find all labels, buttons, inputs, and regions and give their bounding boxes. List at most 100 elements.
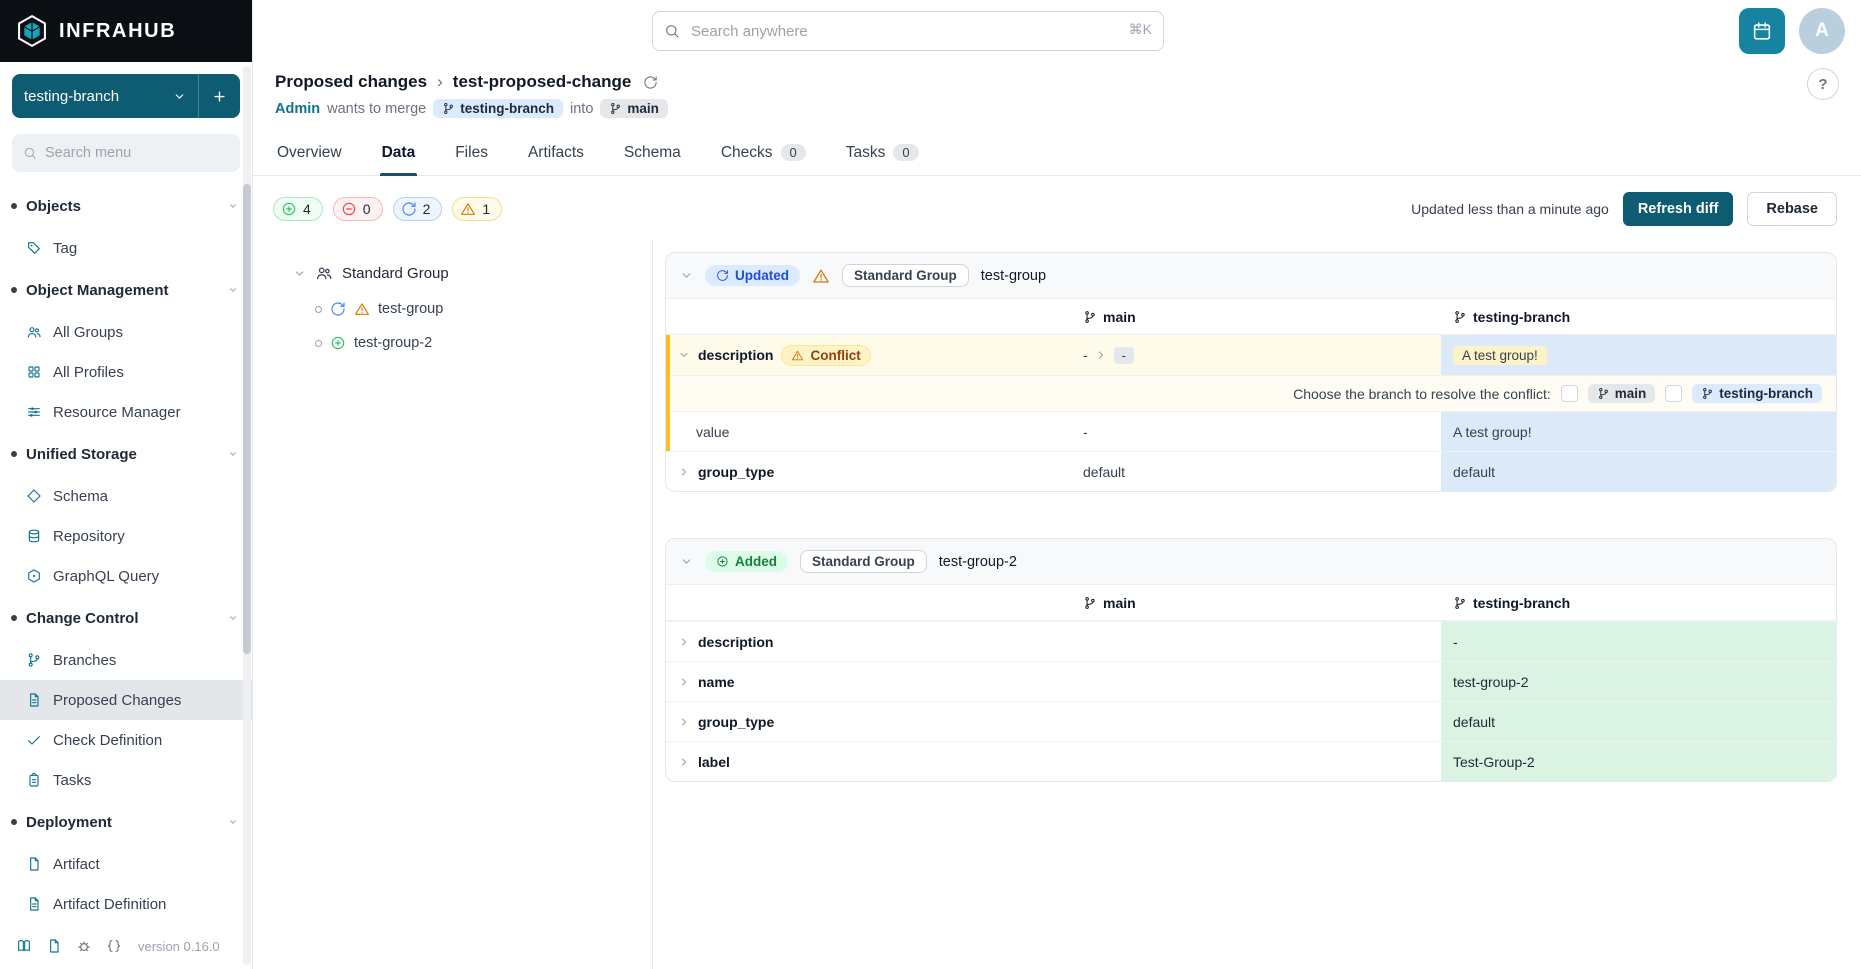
tab-data[interactable]: Data bbox=[380, 130, 418, 175]
sidebar-item-label: Proposed Changes bbox=[53, 692, 181, 709]
tab-schema[interactable]: Schema bbox=[622, 130, 683, 175]
tree-bullet-icon bbox=[315, 306, 322, 313]
tree-node-standard-group[interactable]: Standard Group bbox=[293, 264, 634, 282]
sidebar-item-artifact-definition[interactable]: Artifact Definition bbox=[0, 884, 252, 923]
added-plus-icon bbox=[330, 335, 346, 351]
tab-bar: Overview Data Files Artifacts Schema Che… bbox=[253, 130, 1861, 176]
breadcrumb-parent[interactable]: Proposed changes bbox=[275, 72, 427, 92]
menu-search-input[interactable] bbox=[45, 145, 229, 161]
section-label: Deployment bbox=[26, 814, 112, 831]
attribute-label: description bbox=[698, 347, 773, 363]
attribute-label-cell[interactable]: group_type bbox=[666, 452, 1071, 491]
resolve-branch-chip[interactable]: testing-branch bbox=[1692, 384, 1822, 403]
branch-value-cell: Test-Group-2 bbox=[1441, 742, 1836, 781]
attribute-label-cell[interactable]: description bbox=[666, 622, 1071, 661]
sidebar-item-graphql-query[interactable]: GraphQL Query bbox=[0, 556, 252, 596]
create-branch-button[interactable] bbox=[198, 74, 240, 118]
attribute-label-cell[interactable]: label bbox=[666, 742, 1071, 781]
nav-section-objects[interactable]: Objects bbox=[0, 184, 252, 228]
sidebar-item-repository[interactable]: Repository bbox=[0, 516, 252, 556]
sidebar-scrollbar-thumb[interactable] bbox=[243, 184, 251, 654]
sidebar-item-label: Repository bbox=[53, 528, 125, 545]
sidebar-item-tasks[interactable]: Tasks bbox=[0, 760, 252, 800]
tab-label: Tasks bbox=[846, 144, 886, 162]
sidebar-item-branches[interactable]: Branches bbox=[0, 640, 252, 680]
branch-selector-current[interactable]: testing-branch bbox=[12, 88, 198, 105]
sync-icon bbox=[401, 201, 417, 217]
plus-circle-icon bbox=[281, 201, 297, 217]
object-type-chip: Standard Group bbox=[800, 550, 927, 573]
chevron-down-icon bbox=[228, 613, 238, 623]
sidebar-item-check-definition[interactable]: Check Definition bbox=[0, 720, 252, 760]
menu-search[interactable] bbox=[12, 134, 240, 172]
tab-files[interactable]: Files bbox=[453, 130, 490, 175]
attribute-label: description bbox=[698, 634, 773, 650]
chevron-down-icon bbox=[678, 349, 690, 361]
document-icon[interactable] bbox=[46, 938, 62, 954]
updated-count: 2 bbox=[423, 201, 431, 217]
tree-node-test-group[interactable]: test-group bbox=[315, 292, 634, 326]
tab-checks[interactable]: Checks 0 bbox=[719, 130, 808, 175]
nav-section-object-management[interactable]: Object Management bbox=[0, 268, 252, 312]
sidebar-item-proposed-changes[interactable]: Proposed Changes bbox=[0, 680, 252, 720]
branch-selector[interactable]: testing-branch bbox=[12, 74, 240, 118]
branch-value-cell: default bbox=[1441, 702, 1836, 741]
infrahub-home-link[interactable]: INFRAHUB bbox=[0, 0, 252, 62]
schedule-button[interactable] bbox=[1739, 8, 1785, 54]
tab-tasks[interactable]: Tasks 0 bbox=[844, 130, 921, 175]
refresh-icon[interactable] bbox=[643, 75, 658, 90]
diff-panels: Updated Standard Group test-group main bbox=[653, 240, 1861, 969]
source-branch-chip[interactable]: testing-branch bbox=[433, 99, 563, 118]
attribute-label-cell[interactable]: description Conflict bbox=[666, 335, 1071, 375]
sidebar-item-all-groups[interactable]: All Groups bbox=[0, 312, 252, 352]
help-label: ? bbox=[1818, 76, 1827, 93]
sidebar-item-resource-manager[interactable]: Resource Manager bbox=[0, 392, 252, 432]
sidebar-item-tag[interactable]: Tag bbox=[0, 228, 252, 268]
conflict-group: description Conflict - - bbox=[666, 335, 1836, 451]
sidebar-item-label: Tag bbox=[53, 240, 77, 257]
tab-overview[interactable]: Overview bbox=[275, 130, 344, 175]
code-braces-icon[interactable] bbox=[106, 938, 122, 954]
attribute-row-group-type: group_type default default bbox=[666, 451, 1836, 491]
tree-node-test-group-2[interactable]: test-group-2 bbox=[315, 326, 634, 360]
section-label: Object Management bbox=[26, 282, 169, 299]
rebase-button[interactable]: Rebase bbox=[1747, 192, 1837, 226]
panel-header[interactable]: Added Standard Group test-group-2 bbox=[666, 539, 1836, 585]
tab-label: Checks bbox=[721, 144, 773, 162]
search-icon bbox=[664, 23, 680, 39]
app-window: INFRAHUB testing-branch Objects bbox=[0, 0, 1861, 969]
sidebar-item-artifact[interactable]: Artifact bbox=[0, 844, 252, 884]
nav-section-change-control[interactable]: Change Control bbox=[0, 596, 252, 640]
help-button[interactable]: ? bbox=[1807, 68, 1839, 100]
property-row-value: value - A test group! bbox=[666, 411, 1836, 451]
sidebar-item-label: Check Definition bbox=[53, 732, 162, 749]
target-branch-chip[interactable]: main bbox=[600, 99, 668, 118]
sidebar-item-schema[interactable]: Schema bbox=[0, 476, 252, 516]
tab-label: Data bbox=[382, 144, 416, 162]
attribute-label-cell[interactable]: name bbox=[666, 662, 1071, 701]
nav-section-unified-storage[interactable]: Unified Storage bbox=[0, 432, 252, 476]
tree-node-label: Standard Group bbox=[342, 265, 449, 282]
chevron-right-icon bbox=[678, 636, 690, 648]
updated-ago-text: Updated less than a minute ago bbox=[1411, 201, 1609, 217]
tab-artifacts[interactable]: Artifacts bbox=[526, 130, 586, 175]
empty-header-cell bbox=[666, 585, 1071, 620]
bug-icon[interactable] bbox=[76, 938, 92, 954]
global-search[interactable]: ⌘K bbox=[652, 11, 1164, 51]
global-search-input[interactable] bbox=[652, 11, 1164, 51]
docs-icon[interactable] bbox=[16, 938, 32, 954]
resolve-branch-checkbox[interactable] bbox=[1665, 385, 1682, 402]
added-count: 4 bbox=[303, 201, 311, 217]
resolve-main-chip[interactable]: main bbox=[1588, 384, 1656, 403]
chevron-down-icon bbox=[680, 269, 693, 282]
attribute-label-cell[interactable]: group_type bbox=[666, 702, 1071, 741]
refresh-diff-button[interactable]: Refresh diff bbox=[1623, 192, 1734, 226]
user-avatar[interactable]: A bbox=[1799, 8, 1845, 54]
nav-section-deployment[interactable]: Deployment bbox=[0, 800, 252, 844]
git-branch-icon bbox=[26, 652, 42, 668]
panel-header[interactable]: Updated Standard Group test-group bbox=[666, 253, 1836, 299]
branch-value: - bbox=[1453, 634, 1458, 650]
sidebar-item-all-profiles[interactable]: All Profiles bbox=[0, 352, 252, 392]
resolve-main-checkbox[interactable] bbox=[1561, 385, 1578, 402]
column-label: main bbox=[1103, 595, 1136, 611]
